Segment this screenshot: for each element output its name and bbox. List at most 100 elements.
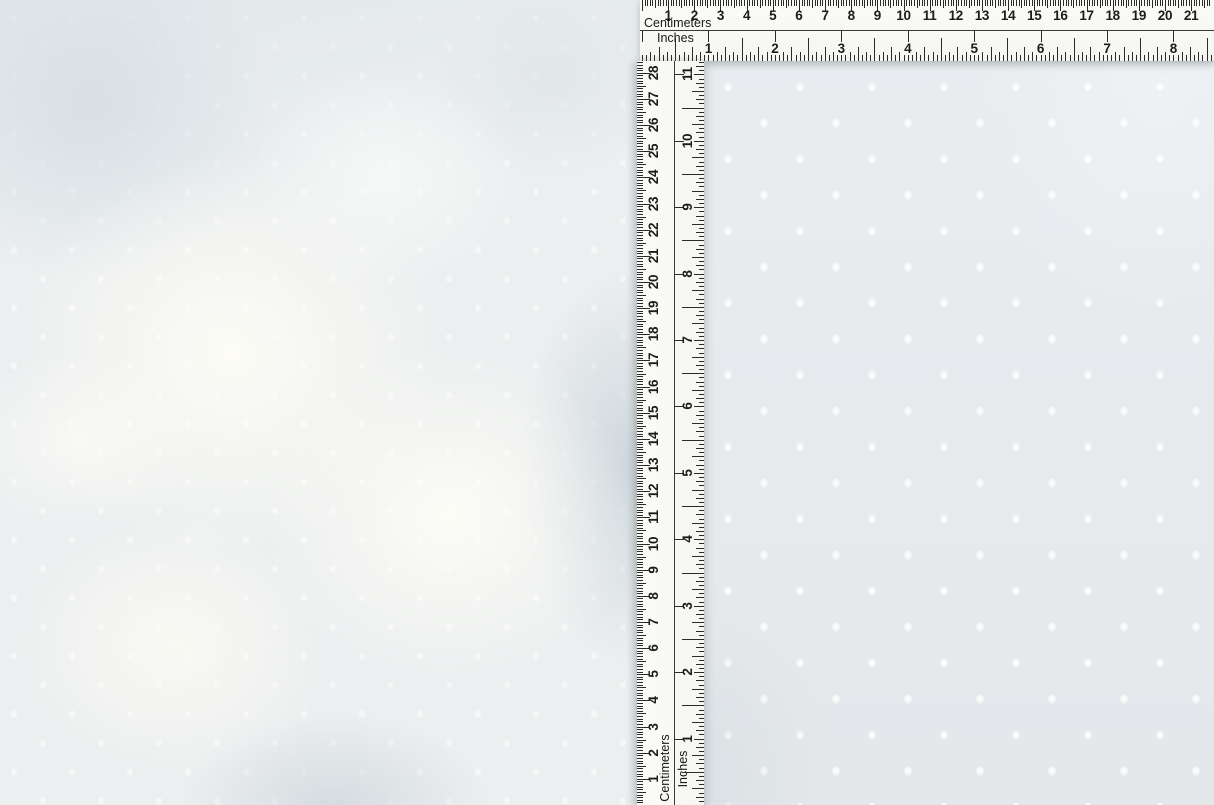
inch-tick [699, 718, 705, 719]
inch-tick [696, 216, 704, 217]
inch-tick [699, 460, 705, 461]
inch-tick [949, 52, 950, 61]
fabric-product-photo: 123456789101112131415161718192021 Centim… [0, 0, 1214, 805]
inch-tick [699, 303, 705, 304]
inch-tick [699, 535, 705, 536]
inch-tick [699, 394, 705, 395]
inch-tick [858, 47, 859, 61]
inch-tick [699, 610, 705, 611]
inch-tick [696, 531, 704, 532]
inch-tick [1178, 55, 1179, 61]
inch-tick [694, 473, 704, 474]
inch-tick [987, 55, 988, 61]
inch-tick [692, 191, 704, 192]
inch-tick [696, 564, 704, 565]
inch-tick [1028, 55, 1029, 61]
inch-tick [787, 55, 788, 61]
inch-tick [1111, 55, 1112, 61]
inch-number: 3 [838, 41, 845, 56]
inch-tick [699, 485, 705, 486]
inch-tick [692, 722, 704, 723]
inch-tick [699, 618, 705, 619]
inch-tick [699, 494, 705, 495]
inch-tick [699, 793, 705, 794]
inch-tick [1003, 55, 1004, 61]
inch-tick [699, 602, 705, 603]
inch-tick [692, 157, 704, 158]
inch-tick [1053, 55, 1054, 61]
inch-number: 1 [681, 725, 695, 753]
vertical-inch-scale: 1234567891011 [637, 61, 704, 805]
inch-tick [699, 701, 705, 702]
inch-tick [699, 170, 705, 171]
inch-tick [999, 52, 1000, 61]
inch-tick [699, 353, 705, 354]
inch-tick [808, 38, 809, 61]
inch-tick [694, 274, 704, 275]
inch-tick [1190, 47, 1191, 61]
inch-tick [899, 52, 900, 61]
inch-tick [1211, 55, 1212, 61]
inch-tick [699, 344, 705, 345]
inch-tick [682, 440, 704, 441]
inch-tick [699, 444, 705, 445]
inch-tick [696, 548, 704, 549]
inch-tick [699, 186, 705, 187]
inch-tick [696, 232, 704, 233]
inch-tick [850, 52, 851, 61]
inch-tick [1032, 52, 1033, 61]
inch-tick [862, 55, 863, 61]
flat-fabric-region [641, 0, 1214, 805]
inch-number: 3 [681, 592, 695, 620]
inch-number: 6 [681, 392, 695, 420]
inch-tick [699, 369, 705, 370]
inch-tick [692, 357, 704, 358]
inch-tick [1074, 38, 1075, 61]
inch-tick [699, 519, 705, 520]
inch-tick [916, 52, 917, 61]
inch-tick [699, 278, 705, 279]
inch-tick [1128, 55, 1129, 61]
inch-tick [696, 697, 704, 698]
inch-tick [692, 47, 693, 61]
inch-tick [696, 498, 704, 499]
inch-tick [1140, 38, 1141, 61]
inch-tick [692, 622, 704, 623]
inch-tick [696, 382, 704, 383]
inch-tick [699, 510, 705, 511]
inch-tick [699, 427, 705, 428]
inch-tick [995, 55, 996, 61]
inch-tick [692, 456, 704, 457]
crumpled-fabric-region [0, 0, 641, 805]
inch-tick [699, 95, 705, 96]
inch-tick [699, 319, 705, 320]
inch-tick [699, 469, 705, 470]
inch-tick [692, 257, 704, 258]
inch-tick [696, 747, 704, 748]
inch-tick [696, 448, 704, 449]
inch-tick [699, 386, 705, 387]
inch-tick [924, 47, 925, 61]
inch-tick [1094, 55, 1095, 61]
inch-tick [1016, 52, 1017, 61]
inch-tick [699, 311, 705, 312]
inch-tick [699, 552, 705, 553]
inch-tick [962, 55, 963, 61]
inch-number: 7 [1103, 41, 1110, 56]
inch-tick [696, 664, 704, 665]
inch-number: 11 [681, 60, 695, 88]
inch-number: 5 [681, 459, 695, 487]
inch-tick [699, 577, 705, 578]
inch-tick [1144, 55, 1145, 61]
inch-tick [699, 768, 705, 769]
inch-tick [696, 149, 704, 150]
inch-tick [699, 195, 705, 196]
inch-tick [699, 128, 705, 129]
inch-tick [1007, 38, 1008, 61]
inch-tick [1132, 52, 1133, 61]
inch-tick [667, 52, 668, 61]
inch-tick [1045, 55, 1046, 61]
inch-tick [682, 705, 704, 706]
inch-tick [696, 647, 704, 648]
inch-tick [816, 52, 817, 61]
